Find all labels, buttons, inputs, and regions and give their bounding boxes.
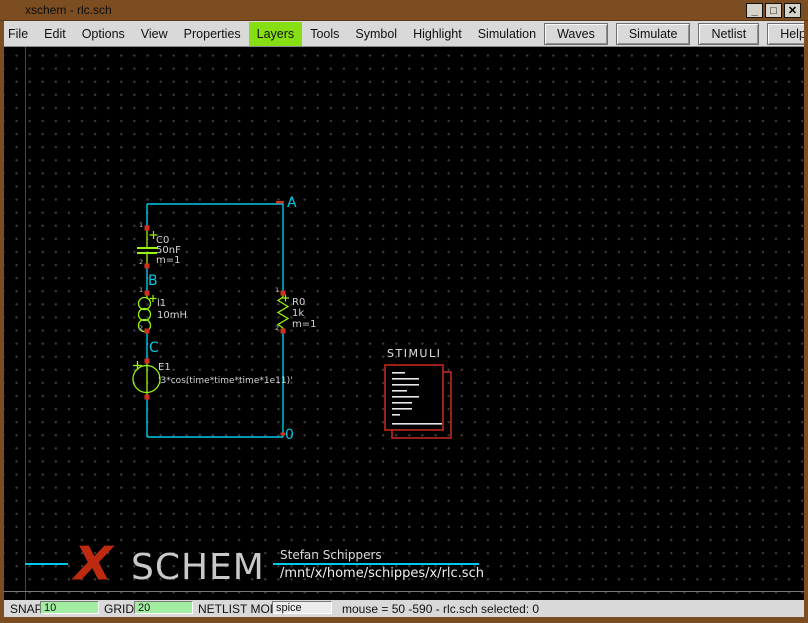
netlist-mode-input[interactable]: spice [272, 601, 332, 614]
minimize-icon[interactable]: _ [746, 3, 763, 18]
menu-options[interactable]: Options [74, 22, 133, 46]
schematic-canvas[interactable]: A B C 0 C0 50nF m=1 1 2 l1 10mH 1 2 R0 1… [4, 47, 804, 600]
stimuli-label[interactable]: STIMULI [387, 347, 441, 360]
capacitor-pin-1: 1 [139, 222, 143, 229]
net-label-c[interactable]: C [149, 340, 159, 356]
resistor-name[interactable]: R0 [292, 298, 305, 308]
capacitor-pin-2: 2 [139, 259, 143, 266]
help-button[interactable]: Help [767, 23, 808, 45]
statusbar: SNAP: 10 GRID: 20 NETLIST MODE: spice mo… [4, 600, 804, 617]
inductor-pin-2: 2 [139, 325, 143, 332]
window-border-left [0, 21, 4, 623]
snap-input[interactable]: 10 [40, 601, 99, 614]
schematic-drawing [4, 47, 804, 600]
menu-tools[interactable]: Tools [302, 22, 347, 46]
mouse-status: mouse = 50 -590 - rlc.sch selected: 0 [342, 602, 539, 616]
net-label-a[interactable]: A [287, 195, 297, 211]
source-value[interactable]: '3*cos(time*time*time*1e11)' [158, 377, 293, 386]
window-title: xschem - rlc.sch [25, 0, 112, 21]
xschem-logo-text[interactable]: SCHEM [131, 550, 265, 586]
resistor-pin-1: 1 [275, 287, 279, 294]
window-border-bottom [0, 617, 808, 623]
resistor-value[interactable]: 1k [292, 309, 304, 319]
menu-view[interactable]: View [133, 22, 176, 46]
inductor-name[interactable]: l1 [157, 299, 166, 309]
titlebar[interactable]: xschem - rlc.sch _ □ ✕ [0, 0, 808, 21]
netlist-button[interactable]: Netlist [698, 23, 759, 45]
voltage-source-symbol[interactable] [133, 361, 160, 397]
menu-edit[interactable]: Edit [36, 22, 74, 46]
source-name[interactable]: E1 [158, 363, 171, 373]
close-icon[interactable]: ✕ [784, 3, 801, 18]
titleblock-author[interactable]: Stefan Schippers [280, 548, 382, 562]
menu-symbol[interactable]: Symbol [347, 22, 405, 46]
inductor-value[interactable]: 10mH [157, 311, 187, 321]
menu-properties[interactable]: Properties [176, 22, 249, 46]
xschem-window: xschem - rlc.sch _ □ ✕ File Edit Options… [0, 0, 808, 623]
simulate-button[interactable]: Simulate [616, 23, 691, 45]
menubar-buttons: Waves Simulate Netlist Help [544, 23, 808, 45]
grid-input[interactable]: 20 [134, 601, 193, 614]
menubar: File Edit Options View Properties Layers… [0, 21, 808, 47]
waves-button[interactable]: Waves [544, 23, 608, 45]
resistor-pin-2: 2 [275, 325, 279, 332]
xschem-logo-x[interactable]: X [74, 543, 113, 585]
inductor-pin-1: 1 [139, 287, 143, 294]
menu-highlight[interactable]: Highlight [405, 22, 470, 46]
window-controls: _ □ ✕ [746, 3, 801, 18]
menu-simulation[interactable]: Simulation [470, 22, 544, 46]
titleblock-line-left [25, 563, 68, 565]
menu-file[interactable]: File [0, 22, 36, 46]
grid-label: GRID: [104, 602, 137, 616]
stimuli-launcher[interactable] [385, 365, 451, 438]
titleblock-filepath[interactable]: /mnt/x/home/schippes/x/rlc.sch [280, 566, 484, 581]
net-label-gnd[interactable]: 0 [285, 427, 294, 443]
net-label-b[interactable]: B [148, 273, 158, 289]
resistor-symbol[interactable] [278, 293, 289, 331]
titleblock-line-right [273, 563, 479, 565]
menu-layers[interactable]: Layers [249, 22, 303, 46]
resistor-mult[interactable]: m=1 [292, 320, 316, 330]
capacitor-mult[interactable]: m=1 [156, 256, 180, 266]
window-border-right [804, 21, 808, 623]
maximize-icon[interactable]: □ [765, 3, 782, 18]
